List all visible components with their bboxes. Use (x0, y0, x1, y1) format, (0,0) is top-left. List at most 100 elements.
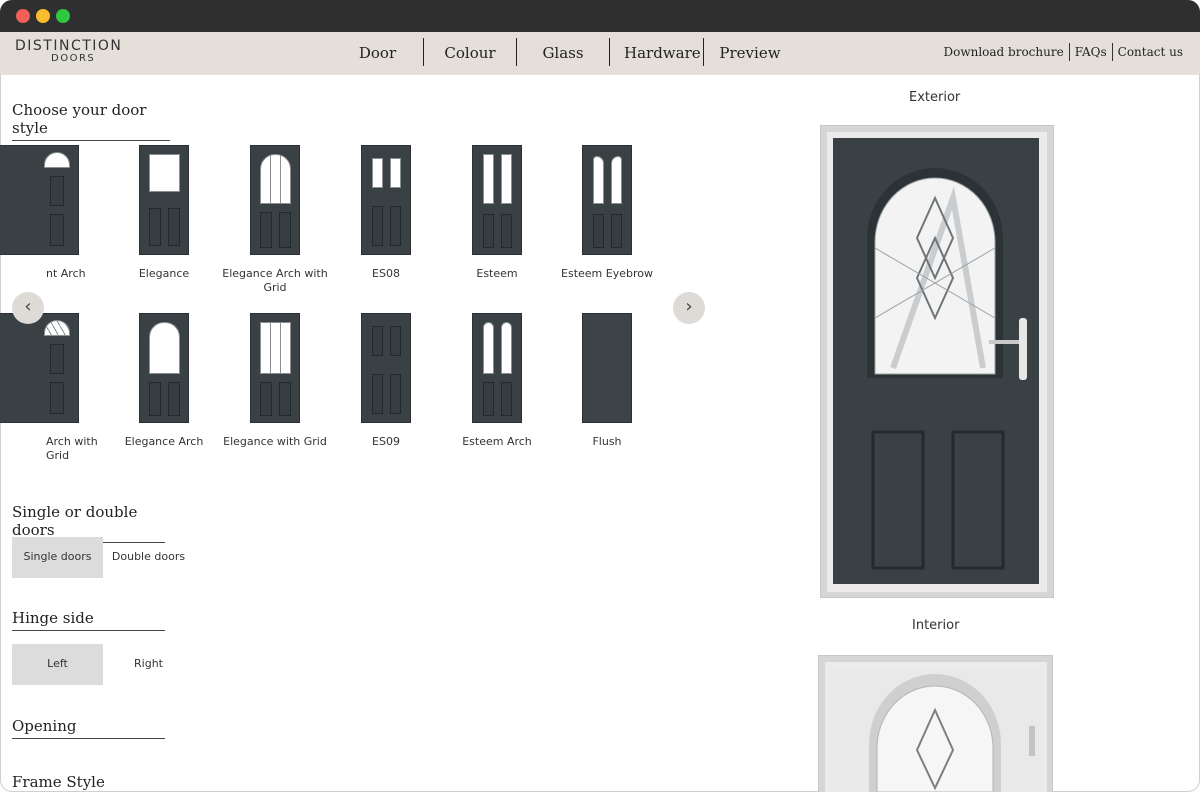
maximize-window-button[interactable] (56, 9, 70, 23)
door-panel (279, 212, 291, 248)
door-style-card[interactable]: Elegance Arch with Grid (220, 145, 330, 295)
door-style-row-1: nt Arch Elegance Elegance Arch with Grid (0, 145, 720, 305)
door-panel (390, 374, 401, 414)
door-glass (149, 154, 180, 192)
door-glass (483, 322, 494, 374)
chevron-right-icon: › (685, 296, 693, 317)
door-style-card[interactable]: Elegance Arch (109, 313, 219, 449)
nav-preview[interactable]: Preview (704, 38, 796, 66)
door-thumbnail (472, 313, 522, 423)
door-panel (593, 214, 604, 248)
door-style-card[interactable]: Flush (552, 313, 662, 449)
door-panel (50, 382, 64, 414)
double-doors-option[interactable]: Double doors (103, 537, 194, 578)
door-style-label: nt Arch (46, 267, 86, 280)
door-glass (593, 156, 604, 204)
door-style-card[interactable]: Esteem Eyebrow (552, 145, 662, 281)
interior-label: Interior (912, 618, 960, 633)
hinge-left-option[interactable]: Left (12, 644, 103, 685)
door-style-card[interactable]: Esteem (442, 145, 552, 281)
brand-subname: DOORS (51, 53, 96, 64)
door-style-label: Esteem Eyebrow (561, 267, 653, 280)
door-thumbnail (361, 145, 411, 255)
door-thumbnail (582, 313, 632, 423)
door-thumbnail (0, 313, 79, 423)
door-glass (483, 154, 494, 204)
door-style-card[interactable]: Elegance with Grid (220, 313, 330, 449)
door-panel (279, 382, 291, 416)
main-nav: Door Colour Glass Hardware Preview (332, 38, 796, 66)
door-style-label: ES09 (372, 435, 400, 448)
carousel-next-button[interactable]: › (673, 292, 705, 324)
door-panel (390, 206, 401, 246)
door-style-card[interactable]: Elegance (109, 145, 219, 281)
configurator: Choose your door style nt Arch Elegance … (0, 75, 1200, 792)
brand-name: DISTINCTION (15, 38, 123, 54)
door-glass (390, 158, 401, 188)
browser-window: DISTINCTION DOORS Door Colour Glass Hard… (0, 0, 1200, 792)
contact-link[interactable]: Contact us (1113, 45, 1188, 59)
door-style-label: Esteem Arch (462, 435, 532, 448)
door-panel (168, 208, 180, 246)
door-panel (50, 344, 64, 374)
door-panel (260, 382, 272, 416)
door-style-label: Elegance (138, 267, 190, 280)
door-style-row-2: Arch with Grid Elegance Arch Elegance wi… (0, 313, 720, 473)
door-style-label: Flush (592, 435, 622, 448)
carousel-prev-button[interactable]: ‹ (12, 292, 44, 324)
door-panel (168, 382, 180, 416)
hinge-right-option[interactable]: Right (103, 644, 194, 685)
door-style-card[interactable]: Arch with Grid (0, 313, 118, 463)
download-brochure-link[interactable]: Download brochure (938, 45, 1068, 59)
door-style-card[interactable]: nt Arch (0, 145, 118, 281)
door-glass (372, 158, 383, 188)
door-glass (501, 322, 512, 374)
door-glass (149, 322, 180, 374)
door-panel (372, 206, 383, 246)
interior-preview (818, 655, 1053, 792)
single-doors-option[interactable]: Single doors (12, 537, 103, 578)
door-panel (50, 176, 64, 206)
chevron-left-icon: ‹ (24, 296, 32, 317)
door-style-label: Elegance Arch (124, 435, 204, 448)
opening-heading: Opening (12, 717, 165, 739)
door-style-heading: Choose your door style (12, 101, 170, 141)
door-thumbnail (472, 145, 522, 255)
door-panel (372, 326, 383, 356)
close-window-button[interactable] (16, 9, 30, 23)
nav-door[interactable]: Door (332, 38, 423, 66)
door-style-label: ES08 (372, 267, 400, 280)
door-thumbnail (361, 313, 411, 423)
door-style-card[interactable]: ES09 (331, 313, 441, 449)
door-glass (501, 154, 512, 204)
door-style-label: Esteem (476, 267, 518, 280)
exterior-label: Exterior (909, 90, 961, 105)
door-panel (501, 382, 512, 416)
door-panel (390, 326, 401, 356)
door-thumbnail (582, 145, 632, 255)
door-glass (44, 320, 70, 336)
nav-glass[interactable]: Glass (517, 38, 609, 66)
door-glass (260, 322, 291, 374)
door-panel (501, 214, 512, 248)
door-style-label: Elegance Arch with Grid (222, 267, 328, 294)
brand-logo[interactable]: DISTINCTION DOORS (15, 38, 135, 64)
door-panel (50, 214, 64, 246)
frame-style-heading: Frame Style (12, 773, 105, 791)
door-style-card[interactable]: ES08 (331, 145, 441, 281)
door-panel (483, 382, 494, 416)
nav-colour[interactable]: Colour (424, 38, 516, 66)
door-panel (372, 374, 383, 414)
exterior-preview (820, 125, 1054, 598)
utility-links: Download brochure FAQs Contact us (938, 43, 1188, 61)
door-style-card[interactable]: Esteem Arch (442, 313, 552, 449)
door-thumbnail (0, 145, 79, 255)
door-thumbnail (139, 313, 189, 423)
faqs-link[interactable]: FAQs (1070, 45, 1112, 59)
hinge-side-heading: Hinge side (12, 609, 165, 631)
nav-hardware[interactable]: Hardware (610, 38, 703, 66)
door-panel (260, 212, 272, 248)
door-glass (611, 156, 622, 204)
minimize-window-button[interactable] (36, 9, 50, 23)
door-glass (260, 154, 291, 204)
